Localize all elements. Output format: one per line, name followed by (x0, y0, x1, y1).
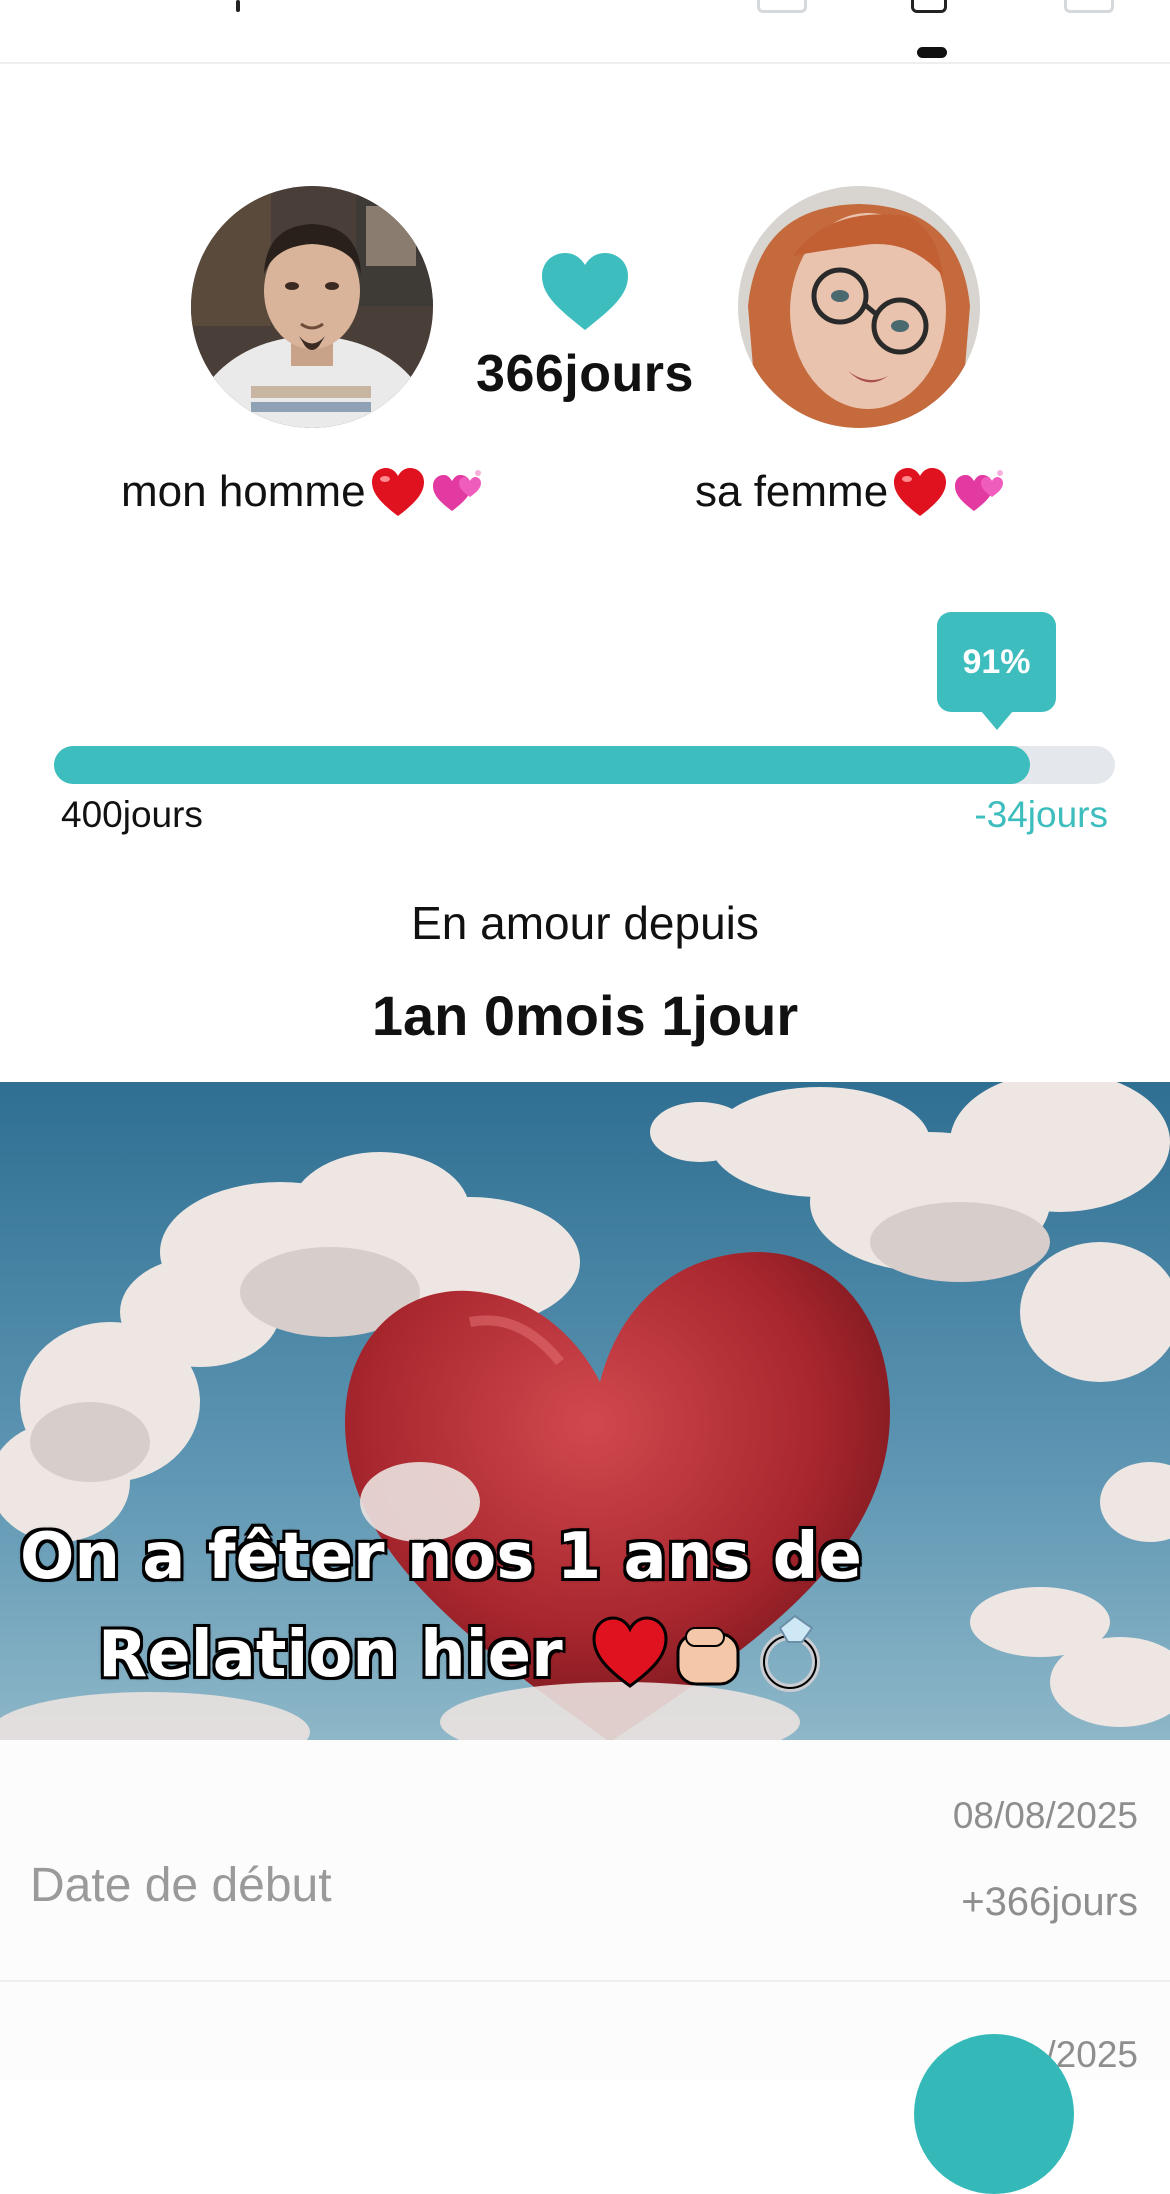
active-tab-indicator (917, 47, 947, 58)
menu-icon[interactable] (56, 0, 108, 6)
progress-fill (54, 746, 1031, 784)
pointing-hand-icon (676, 1627, 740, 1686)
since-value: 1an 0mois 1jour (371, 984, 799, 1047)
event-date: 08/08/2025 (952, 1795, 1138, 1836)
event-row-start-date[interactable]: Date de début 08/08/2025 +366jours (0, 1740, 1170, 1982)
progress-percent-badge: 91% (937, 612, 1056, 730)
book-icon[interactable] (1064, 0, 1114, 13)
partner-right-name: sa femme (695, 466, 1006, 518)
top-bar (0, 0, 1170, 64)
red-heart-icon (894, 468, 947, 516)
progress-track (54, 746, 1115, 784)
red-heart-icon (592, 1616, 668, 1688)
caption-emoji-group (592, 1614, 820, 1692)
back-icon[interactable] (236, 0, 240, 12)
since-label: En amour depuis (411, 897, 759, 949)
calendar-icon[interactable] (757, 0, 807, 13)
event-label: Date de début (30, 1859, 332, 1912)
red-heart-icon (371, 468, 424, 516)
ring-icon (760, 1614, 820, 1692)
partner-right-label: sa femme (695, 467, 889, 516)
caption-line-1: On a fêter nos 1 ans de (19, 1519, 864, 1596)
partner-left-label: mon homme (121, 467, 366, 516)
days-together: 366jours (476, 345, 694, 403)
heart-icon (542, 253, 628, 330)
goal-days-label: 400jours (61, 794, 203, 835)
avatar-right[interactable] (738, 186, 980, 428)
event-days-since: +366jours (961, 1880, 1138, 1924)
sparkling-hearts-icon (955, 470, 1004, 511)
sparkling-hearts-icon (432, 470, 481, 511)
remaining-days-label: -34jours (974, 794, 1108, 835)
gift-icon[interactable] (911, 0, 947, 13)
add-button[interactable] (914, 2034, 1074, 2194)
partner-left-name: mon homme (121, 466, 484, 518)
